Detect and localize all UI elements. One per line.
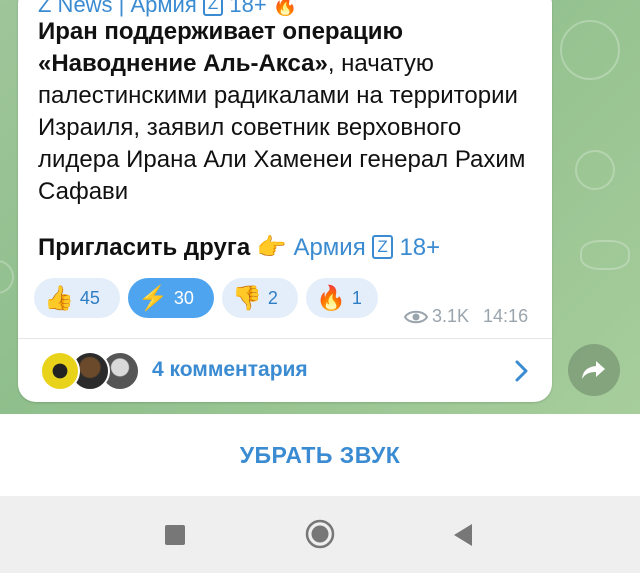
z-badge: Z xyxy=(372,235,393,259)
back-icon[interactable] xyxy=(452,522,474,548)
mute-button[interactable]: УБРАТЬ ЗВУК xyxy=(240,442,401,469)
reaction-count: 1 xyxy=(351,287,362,308)
reaction-thumbs-up[interactable]: 👍 45 xyxy=(34,278,120,318)
avatar xyxy=(40,351,80,391)
share-arrow-icon xyxy=(582,361,605,379)
fire-icon: 🔥 xyxy=(316,284,346,312)
eye-icon xyxy=(404,310,428,323)
invite-line: Пригласить друга 👉 Армия Z 18+ xyxy=(38,232,440,264)
message-meta: 3.1K 14:16 xyxy=(404,306,528,327)
channel-link[interactable]: Армия xyxy=(293,234,365,261)
post-header: Z News | Армия Z 18+ 🔥 xyxy=(38,0,298,17)
reaction-lightning[interactable]: ⚡ 30 xyxy=(128,278,214,318)
reaction-thumbs-down[interactable]: 👎 2 xyxy=(222,278,298,318)
fire-icon: 🔥 xyxy=(272,0,298,17)
views-count: 3.1K xyxy=(432,306,470,326)
home-icon[interactable] xyxy=(305,519,335,549)
reaction-count: 30 xyxy=(173,287,194,308)
reaction-count: 2 xyxy=(267,287,278,308)
message-text: Иран поддерживает операцию «Наводнение А… xyxy=(38,16,538,208)
age-rating: 18+ xyxy=(229,0,267,17)
reaction-count: 45 xyxy=(79,287,100,308)
invite-text: Пригласить друга xyxy=(38,234,251,261)
chevron-right-icon xyxy=(515,360,528,382)
reaction-fire[interactable]: 🔥 1 xyxy=(306,278,378,318)
message-time: 14:16 xyxy=(483,306,529,326)
recent-apps-icon[interactable] xyxy=(164,524,186,546)
z-badge: Z xyxy=(202,0,224,16)
mute-bar[interactable]: УБРАТЬ ЗВУК xyxy=(0,414,640,496)
comments-label: 4 комментария xyxy=(152,358,308,381)
pointing-hand-icon: 👉 xyxy=(256,234,287,261)
divider xyxy=(18,338,552,339)
share-button[interactable] xyxy=(568,344,620,396)
thumbs-up-icon: 👍 xyxy=(44,284,74,312)
channel-name[interactable]: Z News | Армия xyxy=(38,0,197,17)
age-rating: 18+ xyxy=(399,234,441,261)
lightning-icon: ⚡ xyxy=(138,284,168,312)
thumbs-down-icon: 👎 xyxy=(232,284,262,312)
comments-row[interactable]: 4 комментария xyxy=(18,340,552,402)
android-nav-bar xyxy=(0,496,640,573)
